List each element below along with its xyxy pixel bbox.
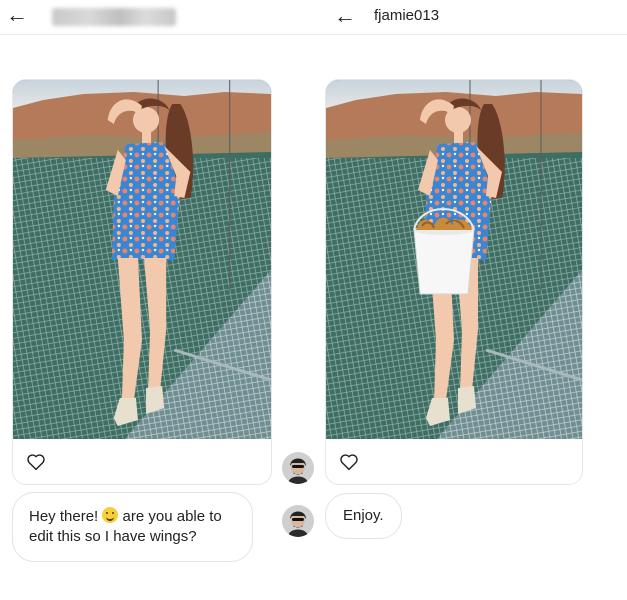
- redacted-contact-name: [52, 8, 176, 26]
- heart-icon[interactable]: [339, 453, 359, 471]
- chat-header: ←: [0, 0, 316, 35]
- right-chat-pane: ← fjamie013 Enjoy.: [316, 0, 627, 600]
- chat-header: ← fjamie013: [316, 0, 627, 35]
- arrow-left-icon[interactable]: ←: [6, 4, 28, 26]
- arrow-left-icon[interactable]: ←: [334, 5, 356, 27]
- left-chat-pane: ← Hey there! are you able to edit this s…: [0, 0, 316, 600]
- shared-post-card[interactable]: [325, 79, 583, 485]
- smiling-face-emoji: [102, 507, 119, 523]
- message-bubble: Enjoy.: [325, 493, 402, 539]
- chicken-wings-bucket: [413, 208, 475, 295]
- heart-icon[interactable]: [26, 453, 46, 471]
- message-text: Enjoy.: [343, 507, 384, 524]
- message-text-start: Hey there!: [29, 508, 103, 525]
- post-photo-edited: [326, 80, 582, 439]
- message-bubble: Hey there! are you able to edit this so …: [12, 492, 253, 562]
- shared-post-card[interactable]: [12, 79, 272, 485]
- post-photo: [13, 80, 271, 439]
- avatar[interactable]: [282, 505, 314, 537]
- avatar[interactable]: [282, 452, 314, 484]
- chat-username[interactable]: fjamie013: [374, 7, 439, 24]
